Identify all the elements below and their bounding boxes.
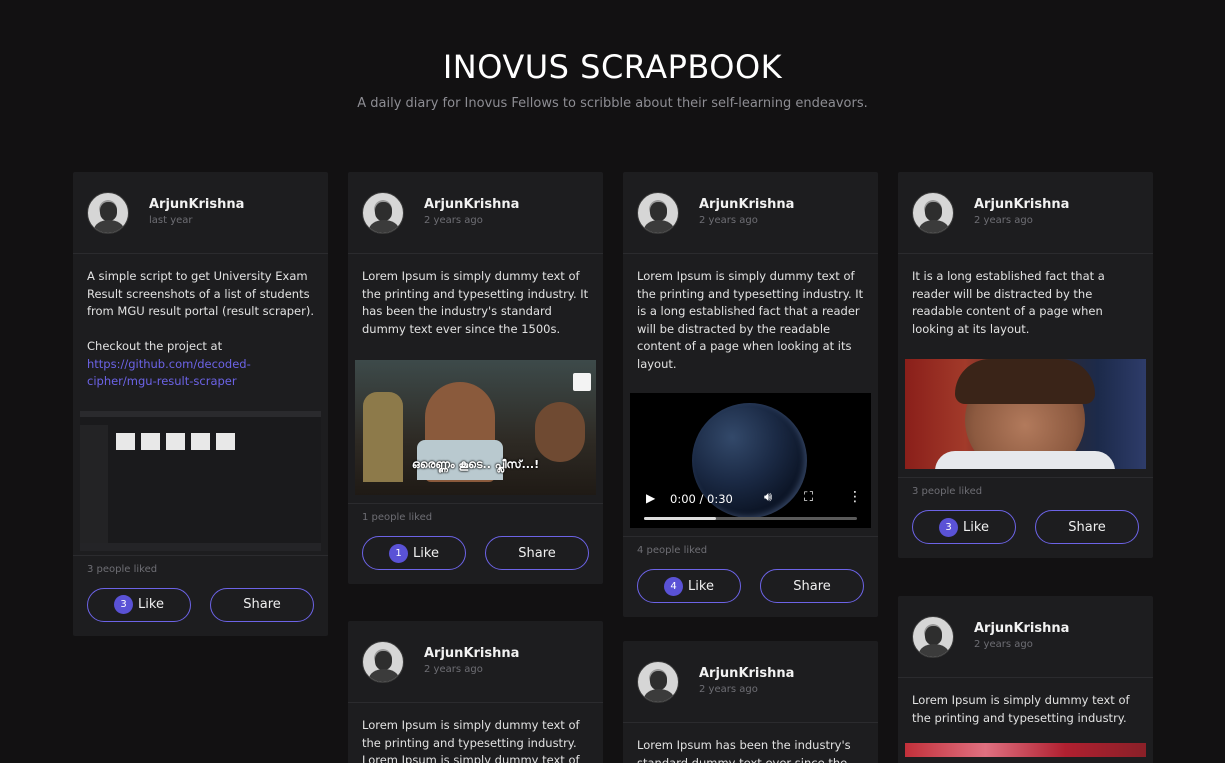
post-body: Lorem Ipsum has been the industry's stan… [623,723,878,763]
share-button[interactable]: Share [485,536,589,570]
post-header: ArjunKrishna last year [73,172,328,254]
like-count-badge: 4 [664,576,684,596]
post-footer: 4 people liked 4 Like Share [623,536,878,617]
like-button[interactable]: 4 Like [637,569,741,603]
post-footer: 3 people liked 3 Like Share [898,477,1153,558]
fullscreen-icon[interactable]: ⛶ [804,490,813,505]
like-button[interactable]: 3 Like [87,587,191,622]
like-button[interactable]: 1 Like [362,536,466,570]
avatar[interactable] [637,661,679,703]
post-time: 2 years ago [974,639,1033,650]
video-time: 0:00 / 0:30 [670,492,733,506]
watermark-logo [573,373,591,391]
video-progress-bar[interactable] [644,517,857,520]
avatar[interactable] [362,641,404,683]
post-card: ArjunKrishna 2 years ago Lorem Ipsum is … [898,596,1153,763]
avatar[interactable] [362,192,404,234]
post-body: A simple script to get University Exam R… [73,254,328,391]
volume-icon[interactable]: 🔊︎ [764,490,772,505]
post-text: Lorem Ipsum is simply dummy text of the … [362,269,589,336]
avatar[interactable] [912,192,954,234]
like-label: Like [413,545,439,561]
post-text: It is a long established fact that a rea… [912,269,1105,336]
like-label: Like [963,519,989,535]
more-options-icon[interactable]: ⋮ [848,489,862,505]
likes-count: 1 people liked [362,512,433,523]
image-caption: ഒരെണ്ണം കൂടെ.. പ്ലീസ്...! [411,458,540,471]
post-time: 2 years ago [974,215,1033,226]
post-header: ArjunKrishna 2 years ago [623,172,878,254]
post-image[interactable] [905,743,1146,757]
video-player[interactable]: ▶ 0:00 / 0:30 🔊︎ ⛶ ⋮ [630,393,871,528]
post-card: ArjunKrishna 2 years ago Lorem Ipsum is … [348,621,603,763]
like-label: Like [138,597,164,612]
avatar[interactable] [87,192,129,234]
share-button[interactable]: Share [210,587,314,622]
post-card: ArjunKrishna 2 years ago Lorem Ipsum is … [348,172,603,584]
author-name[interactable]: ArjunKrishna [699,666,794,681]
post-text: Lorem Ipsum has been the industry's stan… [637,738,851,763]
post-image[interactable] [905,359,1146,469]
post-card: ArjunKrishna last year A simple script t… [73,172,328,636]
like-count-badge: 3 [939,517,959,537]
post-text: A simple script to get University Exam R… [87,269,314,318]
author-name[interactable]: ArjunKrishna [149,197,244,212]
likes-count: 3 people liked [912,486,983,497]
share-button[interactable]: Share [760,569,864,603]
post-body: Lorem Ipsum is simply dummy text of the … [623,254,878,373]
post-body: Lorem Ipsum is simply dummy text of the … [348,254,603,338]
post-time: 2 years ago [699,215,758,226]
avatar[interactable] [637,192,679,234]
like-button[interactable]: 3 Like [912,510,1016,544]
author-name[interactable]: ArjunKrishna [974,621,1069,636]
post-header: ArjunKrishna 2 years ago [348,621,603,703]
post-card: ArjunKrishna 2 years ago Lorem Ipsum has… [623,641,878,763]
author-name[interactable]: ArjunKrishna [424,646,519,661]
post-header: ArjunKrishna 2 years ago [898,172,1153,254]
post-header: ArjunKrishna 2 years ago [348,172,603,254]
author-name[interactable]: ArjunKrishna [974,197,1069,212]
likes-count: 4 people liked [637,545,708,556]
post-card: ArjunKrishna 2 years ago Lorem Ipsum is … [623,172,878,617]
share-button[interactable]: Share [1035,510,1139,544]
post-image[interactable] [80,410,321,551]
project-link[interactable]: https://github.com/decoded-cipher/mgu-re… [87,357,251,389]
post-text: Lorem Ipsum is simply dummy text of the … [637,269,864,371]
post-text: Checkout the project at [87,339,223,353]
post-time: 2 years ago [699,684,758,695]
post-body: Lorem Ipsum is simply dummy text of the … [348,703,603,763]
post-footer: 1 people liked 1 Like Share [348,503,603,584]
post-footer: 3 people liked 3 Like Share [73,554,328,636]
author-name[interactable]: ArjunKrishna [699,197,794,212]
page-subtitle: A daily diary for Inovus Fellows to scri… [357,96,868,111]
author-name[interactable]: ArjunKrishna [424,197,519,212]
post-image[interactable]: ഒരെണ്ണം കൂടെ.. പ്ലീസ്...! [355,360,596,495]
play-icon[interactable]: ▶ [646,491,655,505]
post-header: ArjunKrishna 2 years ago [623,641,878,723]
like-label: Like [688,578,714,594]
post-body: Lorem Ipsum is simply dummy text of the … [898,678,1153,727]
post-card: ArjunKrishna 2 years ago It is a long es… [898,172,1153,558]
post-header: ArjunKrishna 2 years ago [898,596,1153,678]
likes-count: 3 people liked [87,563,158,575]
like-count-badge: 3 [114,595,134,614]
post-text: Lorem Ipsum is simply dummy text of the … [912,693,1130,725]
like-count-badge: 1 [389,543,409,563]
post-text: Lorem Ipsum is simply dummy text of the … [362,718,580,763]
avatar[interactable] [912,616,954,658]
video-controls: ▶ 0:00 / 0:30 🔊︎ ⛶ ⋮ [630,478,871,528]
video-progress-fill [644,517,717,520]
post-body: It is a long established fact that a rea… [898,254,1153,338]
post-time: 2 years ago [424,215,483,226]
page-title: INOVUS SCRAPBOOK [442,48,783,86]
post-time: last year [149,215,193,226]
post-time: 2 years ago [424,664,483,675]
